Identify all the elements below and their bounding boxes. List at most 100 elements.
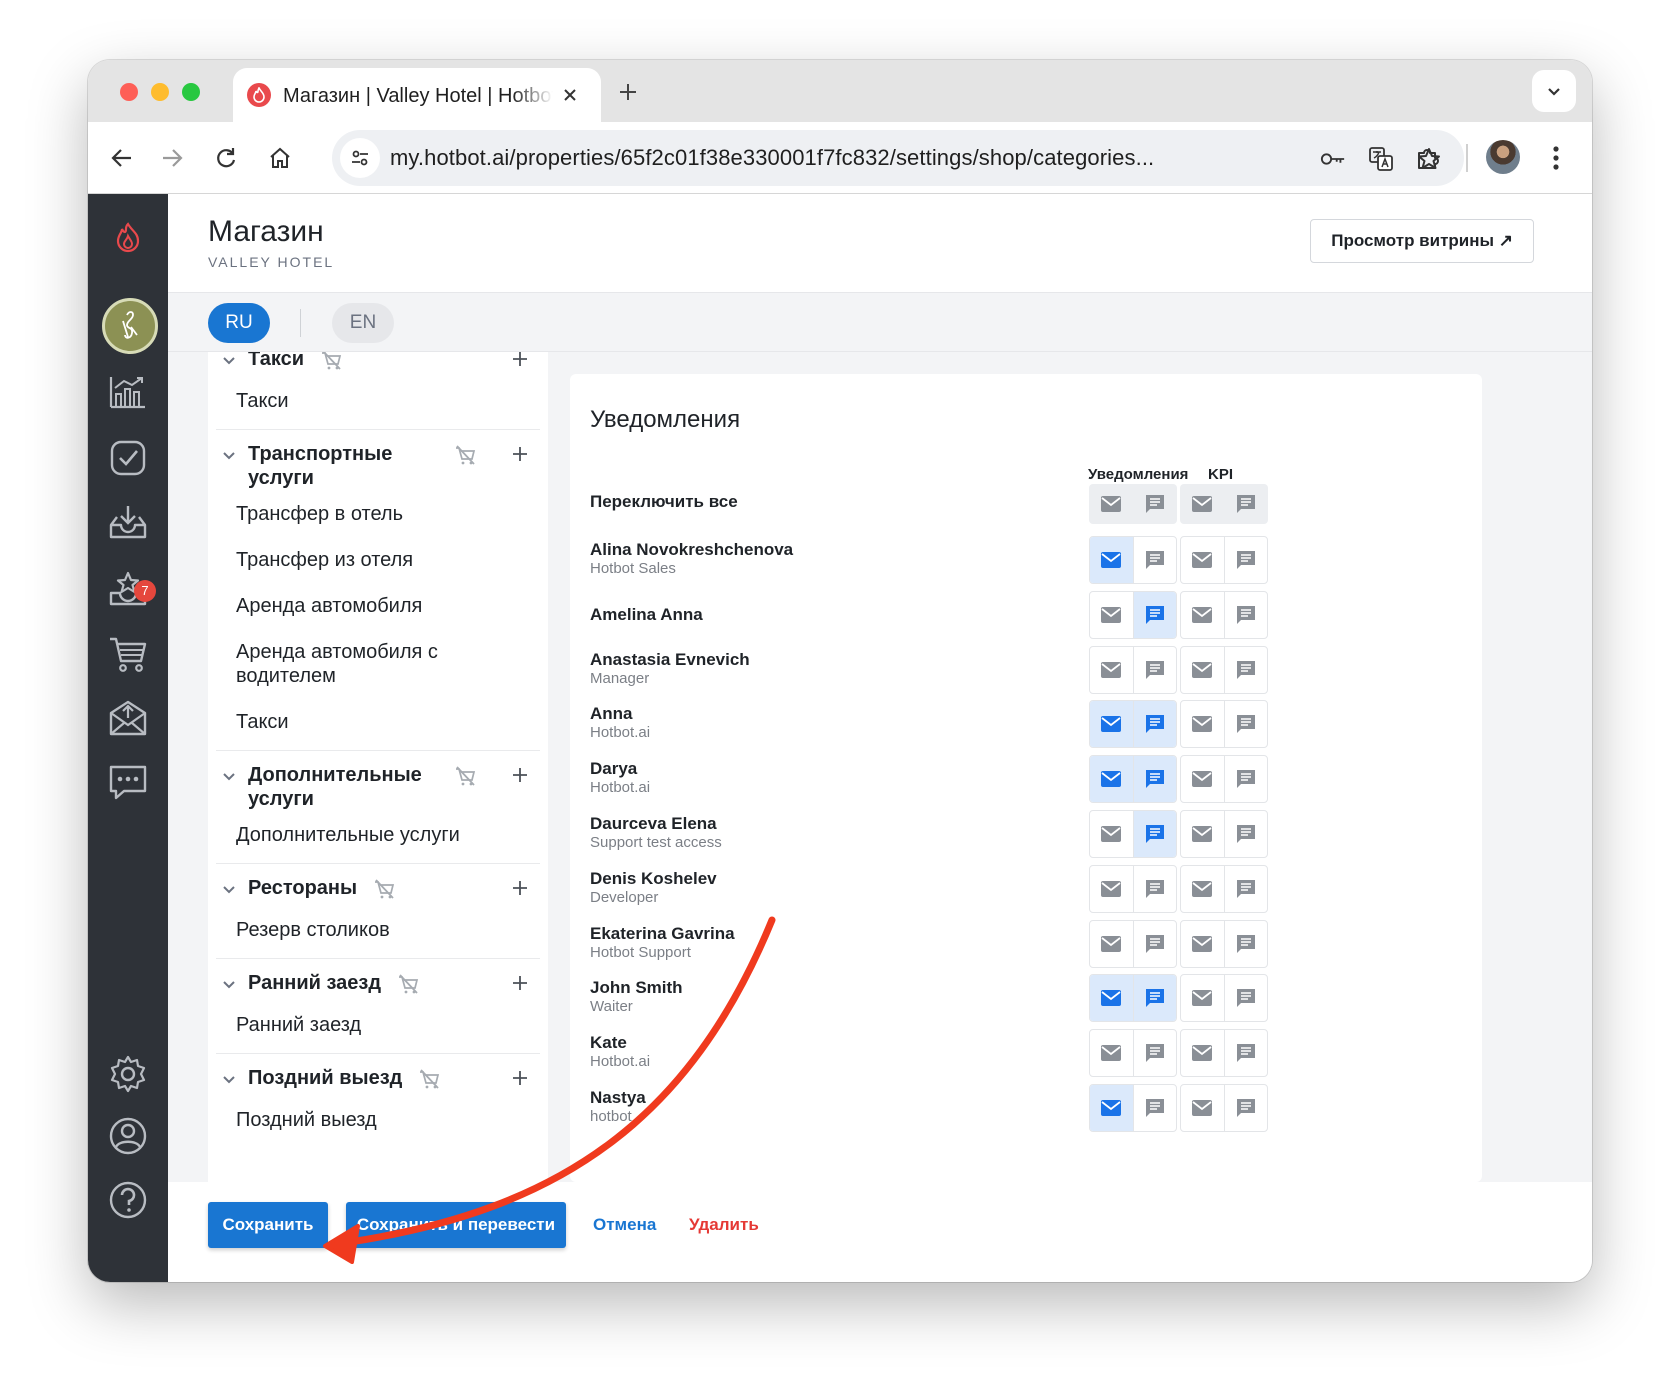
category-group-header[interactable]: Поздний выезд — [216, 1066, 540, 1096]
notification-chat-toggle-icon[interactable] — [1132, 811, 1176, 857]
toggle-all-notifications-email-toggle-icon[interactable] — [1089, 484, 1133, 524]
cart-disabled-icon[interactable] — [418, 1068, 440, 1090]
new-tab-icon[interactable] — [616, 80, 640, 104]
category-item[interactable]: Трансфер из отеля — [216, 536, 476, 582]
category-item[interactable]: Аренда автомобиля — [216, 582, 476, 628]
key-icon[interactable] — [1320, 146, 1346, 172]
add-plus-icon[interactable] — [510, 765, 530, 785]
notification-email-toggle-icon[interactable] — [1090, 592, 1133, 638]
site-settings-icon[interactable] — [340, 138, 380, 178]
chevron-down-icon[interactable] — [220, 352, 238, 369]
category-item[interactable]: Поздний выезд — [216, 1096, 476, 1142]
notification-email-toggle-icon[interactable] — [1090, 1030, 1133, 1076]
add-plus-icon[interactable] — [510, 1068, 530, 1088]
chevron-down-icon[interactable] — [220, 767, 238, 785]
kpi-chat-toggle-icon[interactable] — [1223, 537, 1267, 583]
add-plus-icon[interactable] — [510, 878, 530, 898]
category-item[interactable]: Ранний заезд — [216, 1001, 476, 1047]
chevron-down-icon[interactable] — [220, 880, 238, 898]
notification-email-toggle-icon[interactable] — [1090, 975, 1133, 1022]
delete-button[interactable]: Удалить — [689, 1215, 759, 1235]
home-icon[interactable] — [266, 144, 294, 172]
chevron-down-icon[interactable] — [220, 446, 238, 464]
notification-email-toggle-icon[interactable] — [1090, 756, 1133, 803]
kpi-chat-toggle-icon[interactable] — [1223, 920, 1267, 967]
category-item[interactable]: Аренда автомобиля с водителем — [216, 628, 476, 698]
cart-disabled-icon[interactable] — [454, 444, 476, 466]
profile-avatar[interactable] — [1486, 140, 1520, 174]
category-item[interactable]: Такси — [216, 377, 476, 423]
notification-chat-toggle-icon[interactable] — [1132, 865, 1176, 912]
tasks-check-icon[interactable] — [106, 436, 150, 480]
hotbot-logo-icon[interactable] — [106, 216, 150, 260]
category-group-header[interactable]: Дополнительные услуги — [216, 763, 540, 811]
kpi-email-toggle-icon[interactable] — [1181, 866, 1224, 912]
notification-email-toggle-icon[interactable] — [1090, 811, 1133, 857]
kpi-chat-toggle-icon[interactable] — [1223, 591, 1267, 638]
kpi-email-toggle-icon[interactable] — [1181, 537, 1224, 583]
tab-search-button[interactable] — [1532, 70, 1576, 112]
toggle-all-notifications-chat-toggle-icon[interactable] — [1133, 484, 1177, 524]
category-group-header[interactable]: Транспортные услуги — [216, 442, 540, 490]
cart-disabled-icon[interactable] — [373, 878, 395, 900]
save-and-translate-button[interactable]: Сохранить и перевести — [346, 1202, 566, 1248]
mail-send-icon[interactable] — [106, 696, 150, 740]
notification-chat-toggle-icon[interactable] — [1132, 920, 1176, 967]
kpi-email-toggle-icon[interactable] — [1181, 701, 1224, 747]
forward-arrow-icon[interactable] — [158, 144, 186, 172]
add-plus-icon[interactable] — [510, 444, 530, 464]
cart-disabled-icon[interactable] — [397, 973, 419, 995]
save-button[interactable]: Сохранить — [208, 1202, 328, 1248]
kpi-email-toggle-icon[interactable] — [1181, 647, 1224, 693]
kpi-chat-toggle-icon[interactable] — [1223, 811, 1267, 857]
extensions-puzzle-icon[interactable] — [1412, 142, 1444, 174]
settings-gear-icon[interactable] — [106, 1052, 150, 1096]
close-window-button[interactable] — [120, 83, 138, 101]
kpi-email-toggle-icon[interactable] — [1181, 921, 1224, 967]
notification-email-toggle-icon[interactable] — [1090, 1085, 1133, 1131]
translate-icon[interactable] — [1368, 146, 1394, 172]
inbox-download-icon[interactable] — [106, 500, 150, 544]
chevron-down-icon[interactable] — [220, 1070, 238, 1088]
category-group-header[interactable]: Рестораны — [216, 876, 540, 906]
kpi-chat-toggle-icon[interactable] — [1223, 646, 1267, 693]
kpi-chat-toggle-icon[interactable] — [1223, 756, 1267, 803]
kpi-email-toggle-icon[interactable] — [1181, 756, 1224, 802]
browser-tab[interactable]: Магазин | Valley Hotel | Hotbot — [233, 68, 601, 122]
kpi-chat-toggle-icon[interactable] — [1223, 1030, 1267, 1077]
category-item[interactable]: Резерв столиков — [216, 906, 476, 952]
notification-email-toggle-icon[interactable] — [1090, 537, 1133, 583]
toggle-all-kpi-email-toggle-icon[interactable] — [1180, 484, 1224, 524]
notification-email-toggle-icon[interactable] — [1090, 866, 1133, 912]
reload-icon[interactable] — [212, 144, 240, 172]
maximize-window-button[interactable] — [182, 83, 200, 101]
property-avatar[interactable] — [102, 298, 158, 354]
toggle-all-kpi-chat-toggle-icon[interactable] — [1224, 484, 1268, 524]
kpi-email-toggle-icon[interactable] — [1181, 975, 1224, 1021]
notification-chat-toggle-icon[interactable] — [1132, 756, 1176, 803]
analytics-chart-icon[interactable] — [106, 370, 150, 414]
user-profile-icon[interactable] — [106, 1114, 150, 1158]
notification-email-toggle-icon[interactable] — [1090, 701, 1133, 748]
category-item[interactable]: Такси — [216, 698, 476, 744]
kpi-email-toggle-icon[interactable] — [1181, 1085, 1224, 1131]
kpi-chat-toggle-icon[interactable] — [1223, 1085, 1267, 1131]
category-item[interactable]: Трансфер в отель — [216, 490, 476, 536]
notification-chat-toggle-icon[interactable] — [1132, 591, 1176, 638]
address-bar[interactable]: my.hotbot.ai/properties/65f2c01f38e33000… — [332, 130, 1464, 186]
shop-cart-icon[interactable] — [106, 632, 150, 676]
minimize-window-button[interactable] — [151, 83, 169, 101]
notification-chat-toggle-icon[interactable] — [1132, 1085, 1176, 1131]
category-item[interactable]: Дополнительные услуги — [216, 811, 476, 857]
language-ru-button[interactable]: RU — [208, 303, 270, 343]
kpi-chat-toggle-icon[interactable] — [1223, 865, 1267, 912]
kpi-email-toggle-icon[interactable] — [1181, 811, 1224, 857]
cart-disabled-icon[interactable] — [454, 765, 476, 787]
add-plus-icon[interactable] — [510, 352, 530, 369]
add-plus-icon[interactable] — [510, 973, 530, 993]
language-en-button[interactable]: EN — [332, 303, 394, 343]
notification-chat-toggle-icon[interactable] — [1132, 646, 1176, 693]
close-tab-icon[interactable] — [559, 84, 581, 106]
notification-chat-toggle-icon[interactable] — [1132, 1030, 1176, 1077]
back-arrow-icon[interactable] — [108, 144, 136, 172]
